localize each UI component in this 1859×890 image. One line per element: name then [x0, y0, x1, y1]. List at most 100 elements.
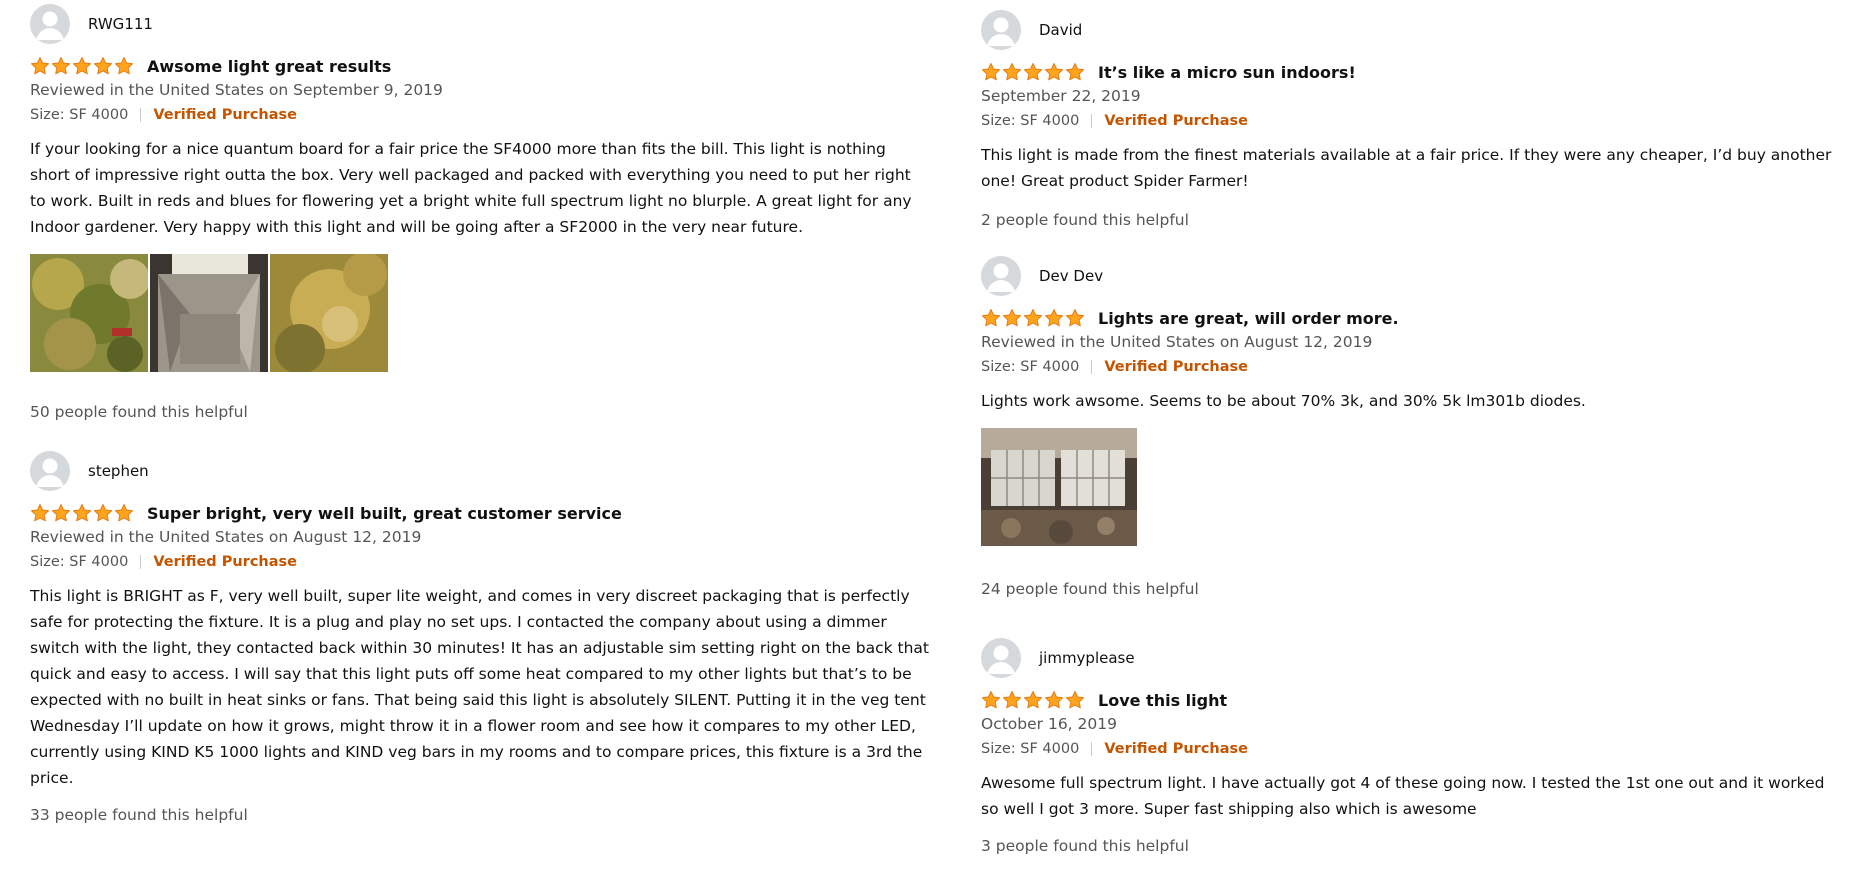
review-body: This light is BRIGHT as F, very well bui…	[30, 587, 929, 787]
review-image-thumbnail[interactable]	[150, 254, 268, 372]
reviews-page: RWG111 Awsome light great results Review…	[0, 0, 1859, 890]
review-body: Awesome full spectrum light. I have actu…	[981, 774, 1825, 818]
review-date: Reviewed in the United States on August …	[981, 333, 1373, 351]
meta-divider	[1091, 742, 1093, 756]
review-images	[981, 428, 1841, 546]
product-size-link[interactable]: Size: SF 4000	[30, 554, 128, 570]
rating-row: It’s like a micro sun indoors!	[981, 61, 1841, 83]
review-date: Reviewed in the United States on Septemb…	[30, 81, 443, 99]
review-title[interactable]: Awsome light great results	[147, 57, 391, 76]
star-icon	[1023, 308, 1043, 328]
review-card: David It’s like a micro sun indoors! Sep…	[981, 9, 1841, 229]
review-body: If your looking for a nice quantum board…	[30, 140, 912, 236]
avatar-icon[interactable]	[981, 10, 1021, 50]
reviewer-profile[interactable]: jimmyplease	[981, 637, 1841, 679]
rating-row: Lights are great, will order more.	[981, 307, 1841, 329]
star-rating[interactable]	[30, 56, 135, 76]
star-icon	[1002, 308, 1022, 328]
verified-purchase-badge: Verified Purchase	[1104, 359, 1248, 375]
product-size-link[interactable]: Size: SF 4000	[30, 107, 128, 123]
star-icon	[93, 56, 113, 76]
review-meta: Size: SF 4000 Verified Purchase	[30, 106, 930, 124]
avatar-icon[interactable]	[981, 638, 1021, 678]
reviewer-profile[interactable]: RWG111	[30, 3, 930, 45]
meta-divider	[140, 108, 142, 122]
star-icon	[1023, 62, 1043, 82]
review-title[interactable]: Lights are great, will order more.	[1098, 309, 1399, 328]
star-icon	[1065, 690, 1085, 710]
review-meta: Size: SF 4000 Verified Purchase	[30, 553, 930, 571]
verified-purchase-badge: Verified Purchase	[1104, 113, 1248, 129]
star-icon	[981, 690, 1001, 710]
star-icon	[1044, 308, 1064, 328]
rating-row: Awsome light great results	[30, 55, 930, 77]
meta-divider	[140, 555, 142, 569]
reviewer-profile[interactable]: Dev Dev	[981, 255, 1841, 297]
star-rating[interactable]	[981, 690, 1086, 710]
review-image-thumbnail[interactable]	[270, 254, 388, 372]
review-card: RWG111 Awsome light great results Review…	[30, 3, 930, 421]
review-card: stephen Super bright, very well built, g…	[30, 450, 930, 824]
reviewer-name[interactable]: stephen	[88, 462, 149, 480]
review-body: This light is made from the finest mater…	[981, 146, 1832, 190]
star-rating[interactable]	[981, 62, 1086, 82]
review-card: jimmyplease Love this light October 16, …	[981, 637, 1841, 855]
star-icon	[1065, 308, 1085, 328]
star-icon	[72, 56, 92, 76]
star-icon	[72, 503, 92, 523]
review-images	[30, 254, 930, 372]
reviewer-name[interactable]: David	[1039, 21, 1082, 39]
verified-purchase-badge: Verified Purchase	[153, 107, 297, 123]
meta-divider	[1091, 360, 1093, 374]
product-size-link[interactable]: Size: SF 4000	[981, 741, 1079, 757]
helpful-count: 33 people found this helpful	[30, 806, 248, 824]
star-icon	[30, 56, 50, 76]
helpful-count: 50 people found this helpful	[30, 403, 248, 421]
avatar-icon[interactable]	[30, 4, 70, 44]
review-image-thumbnail[interactable]	[30, 254, 148, 372]
star-icon	[981, 308, 1001, 328]
star-icon	[1023, 690, 1043, 710]
star-rating[interactable]	[981, 308, 1086, 328]
reviewer-profile[interactable]: stephen	[30, 450, 930, 492]
star-icon	[1044, 690, 1064, 710]
reviewer-profile[interactable]: David	[981, 9, 1841, 51]
reviewer-name[interactable]: RWG111	[88, 15, 153, 33]
review-card: Dev Dev Lights are great, will order mor…	[981, 255, 1841, 598]
star-icon	[51, 56, 71, 76]
star-icon	[1065, 62, 1085, 82]
avatar-icon[interactable]	[30, 451, 70, 491]
star-rating[interactable]	[30, 503, 135, 523]
helpful-count: 2 people found this helpful	[981, 211, 1189, 229]
star-icon	[51, 503, 71, 523]
rating-row: Super bright, very well built, great cus…	[30, 502, 930, 524]
star-icon	[1002, 690, 1022, 710]
helpful-count: 3 people found this helpful	[981, 837, 1189, 855]
star-icon	[93, 503, 113, 523]
verified-purchase-badge: Verified Purchase	[1104, 741, 1248, 757]
review-meta: Size: SF 4000 Verified Purchase	[981, 740, 1841, 758]
star-icon	[981, 62, 1001, 82]
verified-purchase-badge: Verified Purchase	[153, 554, 297, 570]
review-date: Reviewed in the United States on August …	[30, 528, 422, 546]
review-body: Lights work awsome. Seems to be about 70…	[981, 392, 1586, 410]
star-icon	[1044, 62, 1064, 82]
reviewer-name[interactable]: Dev Dev	[1039, 267, 1103, 285]
review-title[interactable]: Love this light	[1098, 691, 1227, 710]
review-meta: Size: SF 4000 Verified Purchase	[981, 112, 1841, 130]
star-icon	[114, 503, 134, 523]
helpful-count: 24 people found this helpful	[981, 580, 1199, 598]
review-date: October 16, 2019	[981, 715, 1117, 733]
avatar-icon[interactable]	[981, 256, 1021, 296]
review-title[interactable]: Super bright, very well built, great cus…	[147, 504, 622, 523]
review-title[interactable]: It’s like a micro sun indoors!	[1098, 63, 1356, 82]
review-meta: Size: SF 4000 Verified Purchase	[981, 358, 1841, 376]
star-icon	[114, 56, 134, 76]
reviewer-name[interactable]: jimmyplease	[1039, 649, 1135, 667]
product-size-link[interactable]: Size: SF 4000	[981, 359, 1079, 375]
star-icon	[30, 503, 50, 523]
review-date: September 22, 2019	[981, 87, 1141, 105]
review-image-thumbnail[interactable]	[981, 428, 1137, 546]
meta-divider	[1091, 114, 1093, 128]
product-size-link[interactable]: Size: SF 4000	[981, 113, 1079, 129]
